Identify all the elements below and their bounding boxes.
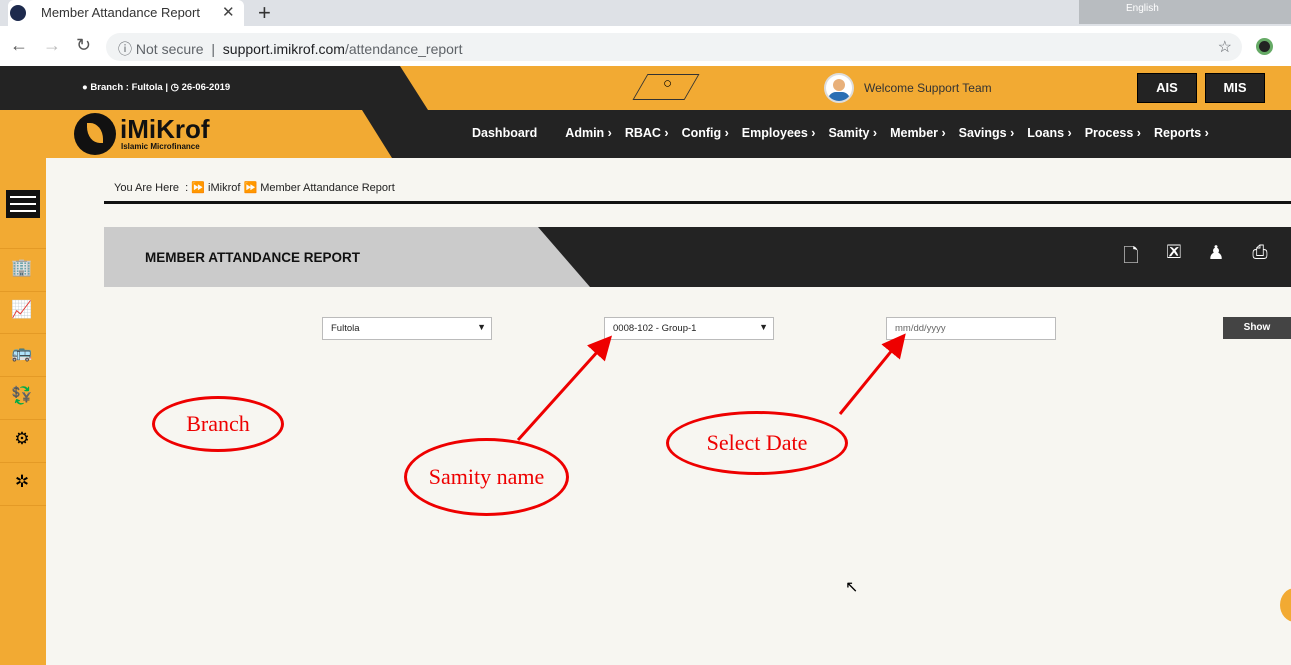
branch-annotation: Branch <box>152 396 284 452</box>
date-annotation: Select Date <box>666 411 848 475</box>
samity-arrow <box>516 335 613 442</box>
samity-annotation: Samity name <box>404 438 569 516</box>
mouse-cursor-icon: ↖ <box>845 579 859 596</box>
date-arrow <box>838 333 906 415</box>
annotation-arrows <box>516 333 906 442</box>
